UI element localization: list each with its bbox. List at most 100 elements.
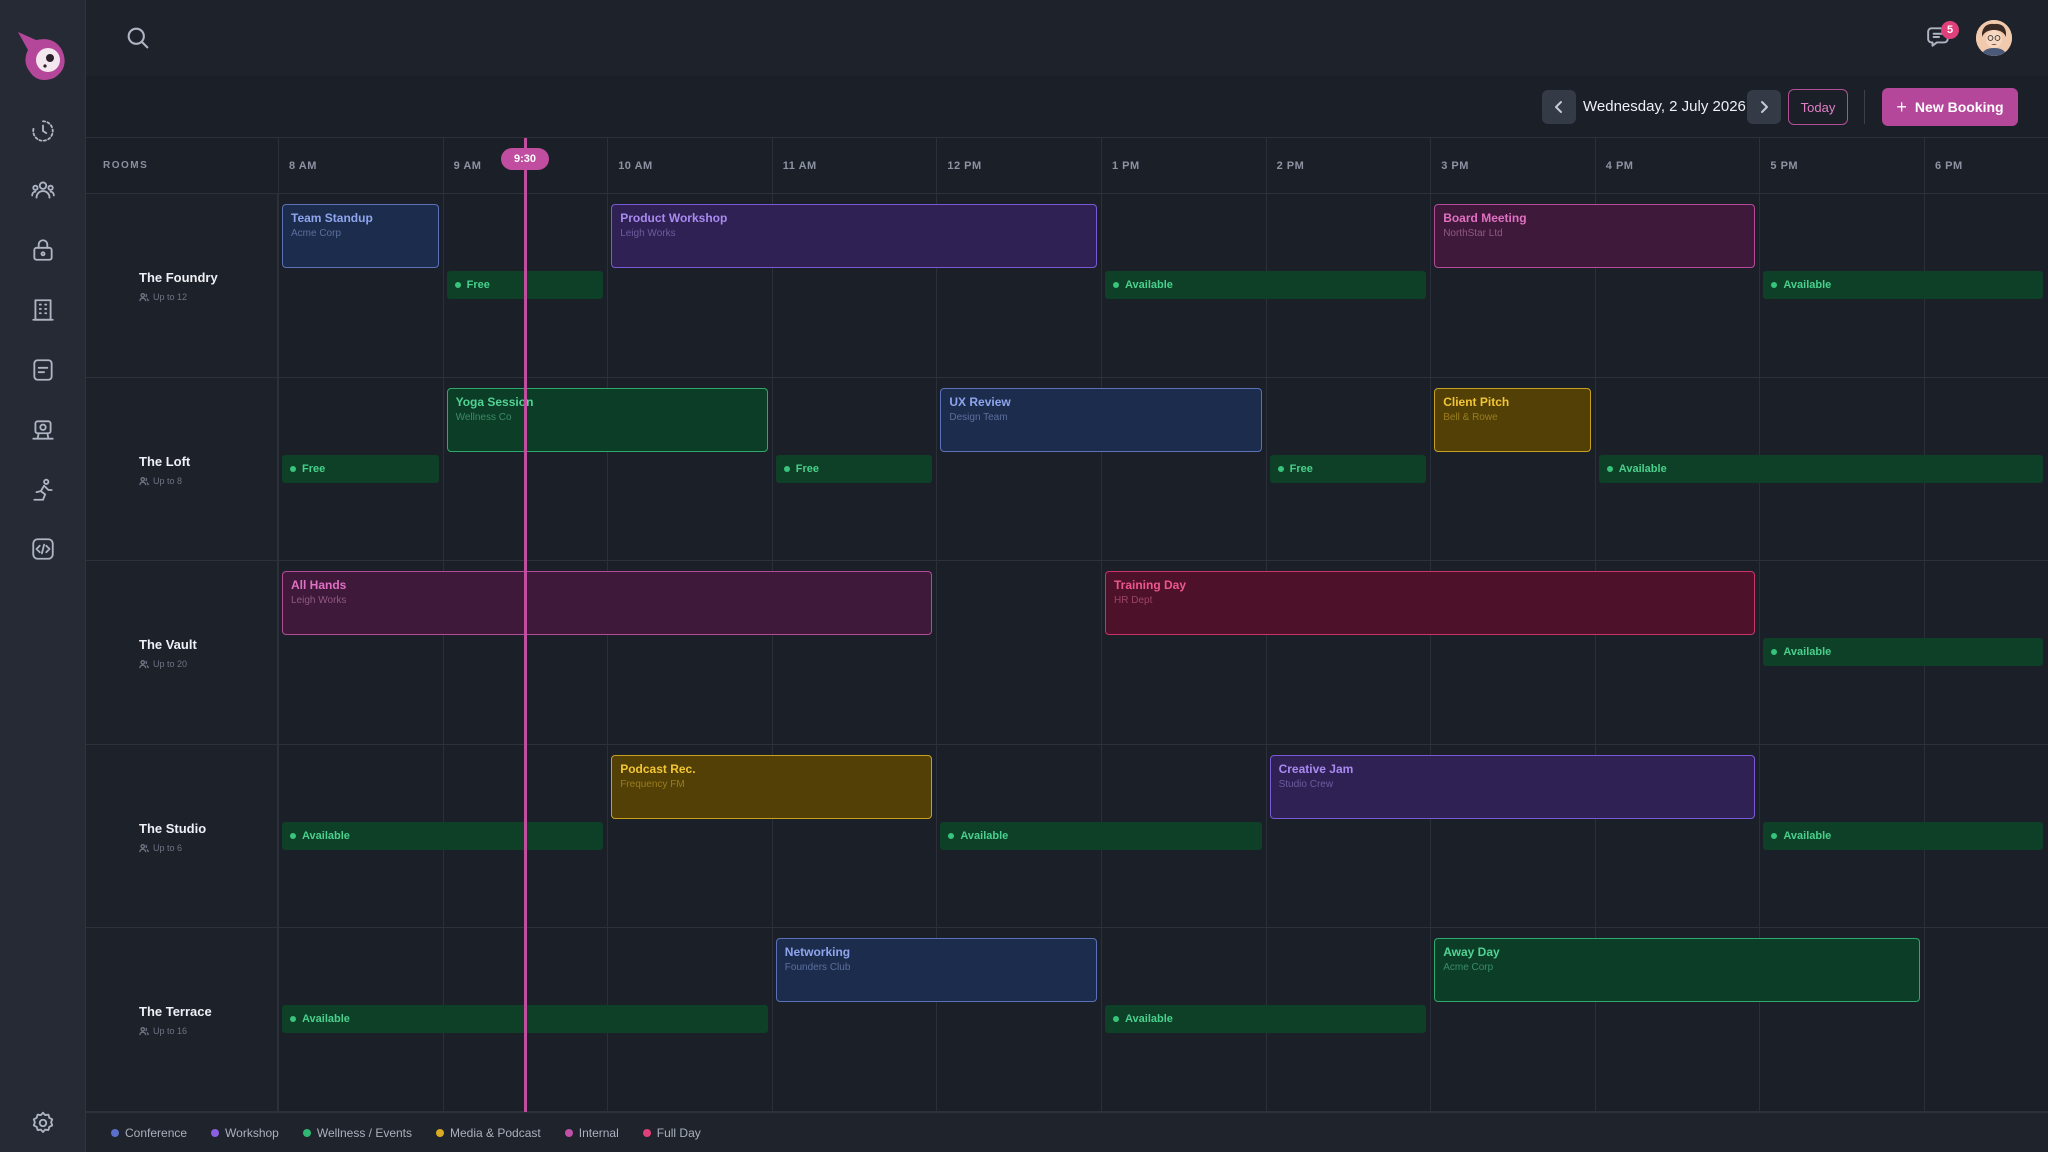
- booking-organizer: Acme Corp: [291, 228, 342, 239]
- webcam-icon[interactable]: [23, 410, 63, 450]
- app-logo[interactable]: [14, 28, 70, 84]
- time-label: 12 PM: [947, 160, 982, 172]
- chevron-left-icon: [1555, 101, 1562, 113]
- booking-card[interactable]: Board Meeting NorthStar Ltd: [1434, 204, 1756, 268]
- room-capacity: Up to 12: [139, 292, 187, 302]
- booking-organizer: Wellness Co: [455, 411, 512, 423]
- legend-label: Conference: [125, 1125, 188, 1140]
- notification-badge: 5: [1941, 21, 1959, 39]
- booking-title: Creative Jam: [1278, 761, 1354, 776]
- plus-icon: +: [1896, 97, 1907, 117]
- legend-label: Workshop: [225, 1125, 279, 1140]
- rooms-header: ROOMS: [103, 160, 149, 171]
- available-slot[interactable]: Available: [1598, 454, 2044, 483]
- prev-day-button[interactable]: [1542, 90, 1576, 124]
- available-slot[interactable]: Available: [282, 821, 604, 850]
- time-label: 9 AM: [453, 160, 482, 172]
- next-day-button[interactable]: [1747, 90, 1781, 124]
- booking-card[interactable]: Team Standup Acme Corp: [282, 204, 439, 268]
- room-name: The Foundry: [139, 270, 218, 285]
- search-icon[interactable]: [124, 24, 154, 54]
- time-label: 3 PM: [1441, 160, 1469, 172]
- code-icon[interactable]: [23, 529, 63, 569]
- booking-title: Training Day: [1114, 578, 1187, 593]
- time-label: 11 AM: [782, 160, 817, 172]
- booking-card[interactable]: Yoga Session Wellness Co: [446, 387, 768, 452]
- booking-organizer: Acme Corp: [1443, 962, 1494, 974]
- booking-title: Board Meeting: [1443, 211, 1527, 225]
- room-capacity-label: Up to 12: [153, 292, 188, 302]
- booking-card[interactable]: UX Review Design Team: [940, 387, 1262, 452]
- lock-icon[interactable]: [23, 230, 63, 270]
- history-icon[interactable]: [23, 111, 63, 151]
- room-capacity: Up to 20: [139, 659, 187, 669]
- room-name: The Terrace: [139, 1004, 212, 1020]
- booking-card[interactable]: All Hands Leigh Works: [282, 571, 933, 636]
- booking-card[interactable]: Podcast Rec. Frequency FM: [611, 754, 933, 819]
- available-slot[interactable]: Free: [1269, 454, 1427, 483]
- slot-label: Available: [1783, 646, 1832, 659]
- booking-organizer: Frequency FM: [620, 778, 685, 790]
- room-name: The Vault: [139, 637, 197, 653]
- room-capacity-label: Up to 16: [153, 1026, 188, 1037]
- legend-item: Media & Podcast: [436, 1126, 541, 1140]
- gear-icon[interactable]: [23, 1103, 63, 1143]
- schedule-grid: ROOMS 8 AM 9 AM 10 AM 11 AM 12 PM 1 PM 2 PM 3 P…: [86, 138, 2048, 1112]
- booking-card[interactable]: Training Day HR Dept: [1105, 571, 1756, 636]
- current-time-line: [524, 138, 527, 1112]
- legend-dot: [642, 1128, 651, 1137]
- slot-label: Free: [302, 462, 326, 475]
- room-capacity: Up to 6: [139, 843, 182, 853]
- booking-title: Podcast Rec.: [620, 761, 696, 776]
- people-icon[interactable]: [23, 170, 63, 210]
- available-slot[interactable]: Available: [1763, 638, 2044, 667]
- status-dot: [1277, 465, 1284, 472]
- avatar[interactable]: [1976, 20, 2012, 56]
- status-dot: [1113, 1016, 1119, 1023]
- notes-icon[interactable]: [23, 350, 63, 390]
- available-slot[interactable]: Available: [1105, 1005, 1427, 1034]
- available-slot[interactable]: Available: [940, 821, 1262, 850]
- available-slot[interactable]: Free: [282, 454, 439, 483]
- legend-dot: [302, 1128, 311, 1137]
- activity-icon[interactable]: [23, 470, 63, 510]
- available-slot[interactable]: Available: [1105, 271, 1427, 299]
- room-capacity: Up to 8: [139, 476, 182, 486]
- booking-card[interactable]: Product Workshop Leigh Works: [611, 204, 1097, 268]
- current-time-indicator: 9:30: [501, 148, 549, 170]
- time-label: 1 PM: [1112, 160, 1140, 172]
- people-icon: [139, 843, 149, 853]
- booking-title: Away Day: [1443, 945, 1500, 960]
- booking-organizer: Design Team: [949, 411, 1008, 423]
- status-dot: [948, 832, 955, 839]
- booking-title: Client Pitch: [1443, 394, 1510, 409]
- booking-card[interactable]: Client Pitch Bell & Rowe: [1434, 387, 1591, 452]
- building-icon[interactable]: [23, 290, 63, 330]
- booking-card[interactable]: Networking Founders Club: [775, 938, 1097, 1003]
- new-booking-button[interactable]: + New Booking: [1882, 88, 2018, 126]
- status-dot: [783, 465, 790, 472]
- time-label: 2 PM: [1276, 160, 1305, 172]
- booking-organizer: Leigh Works: [620, 228, 676, 239]
- legend-dot: [211, 1128, 220, 1137]
- slot-label: Available: [960, 829, 1009, 842]
- legend-label: Wellness / Events: [316, 1125, 413, 1140]
- people-icon: [139, 1027, 149, 1036]
- legend-item: Full Day: [642, 1126, 701, 1140]
- available-slot[interactable]: Free: [775, 454, 933, 483]
- legend-item: Internal: [564, 1126, 619, 1140]
- booking-title: Product Workshop: [620, 211, 728, 225]
- booking-card[interactable]: Away Day Acme Corp: [1434, 938, 1920, 1003]
- booking-card[interactable]: Creative Jam Studio Crew: [1269, 754, 1756, 819]
- status-dot: [290, 1016, 296, 1023]
- available-slot[interactable]: Available: [1763, 271, 2044, 299]
- today-button[interactable]: Today: [1788, 89, 1848, 125]
- available-slot[interactable]: Available: [1763, 821, 2044, 850]
- time-header: ROOMS 8 AM 9 AM 10 AM 11 AM 12 PM 1 PM 2 PM 3 P…: [86, 138, 2048, 194]
- booking-organizer: Studio Crew: [1278, 778, 1334, 790]
- people-icon: [139, 293, 149, 302]
- time-label: 10 AM: [618, 160, 653, 172]
- status-dot: [1771, 649, 1778, 656]
- legend-dot: [436, 1128, 445, 1137]
- booking-organizer: NorthStar Ltd: [1443, 228, 1503, 239]
